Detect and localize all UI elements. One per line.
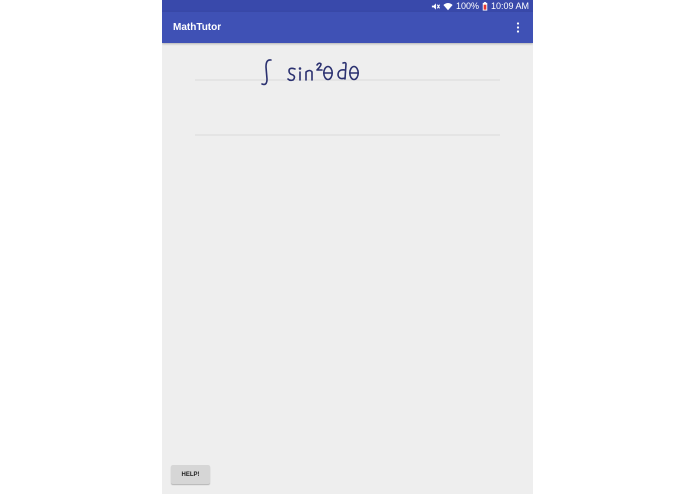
clock: 10:09 AM: [490, 1, 529, 11]
ink-layer: [195, 59, 500, 136]
app-bar: MathTutor: [162, 12, 533, 43]
handwritten-expression: [261, 59, 360, 86]
battery-icon: [482, 1, 488, 11]
status-bar: 100% 10:09 AM: [162, 0, 533, 12]
wifi-icon: [443, 2, 453, 11]
battery-level: 100%: [455, 1, 479, 11]
mute-icon: [431, 2, 440, 11]
tablet-screen: 100% 10:09 AM MathTutor HELP!: [162, 0, 533, 494]
help-button[interactable]: HELP!: [171, 465, 210, 484]
more-vert-icon[interactable]: [509, 18, 527, 37]
status-icons: 100% 10:09 AM: [431, 0, 529, 12]
app-title: MathTutor: [173, 22, 222, 33]
handwriting-canvas[interactable]: [162, 43, 533, 494]
